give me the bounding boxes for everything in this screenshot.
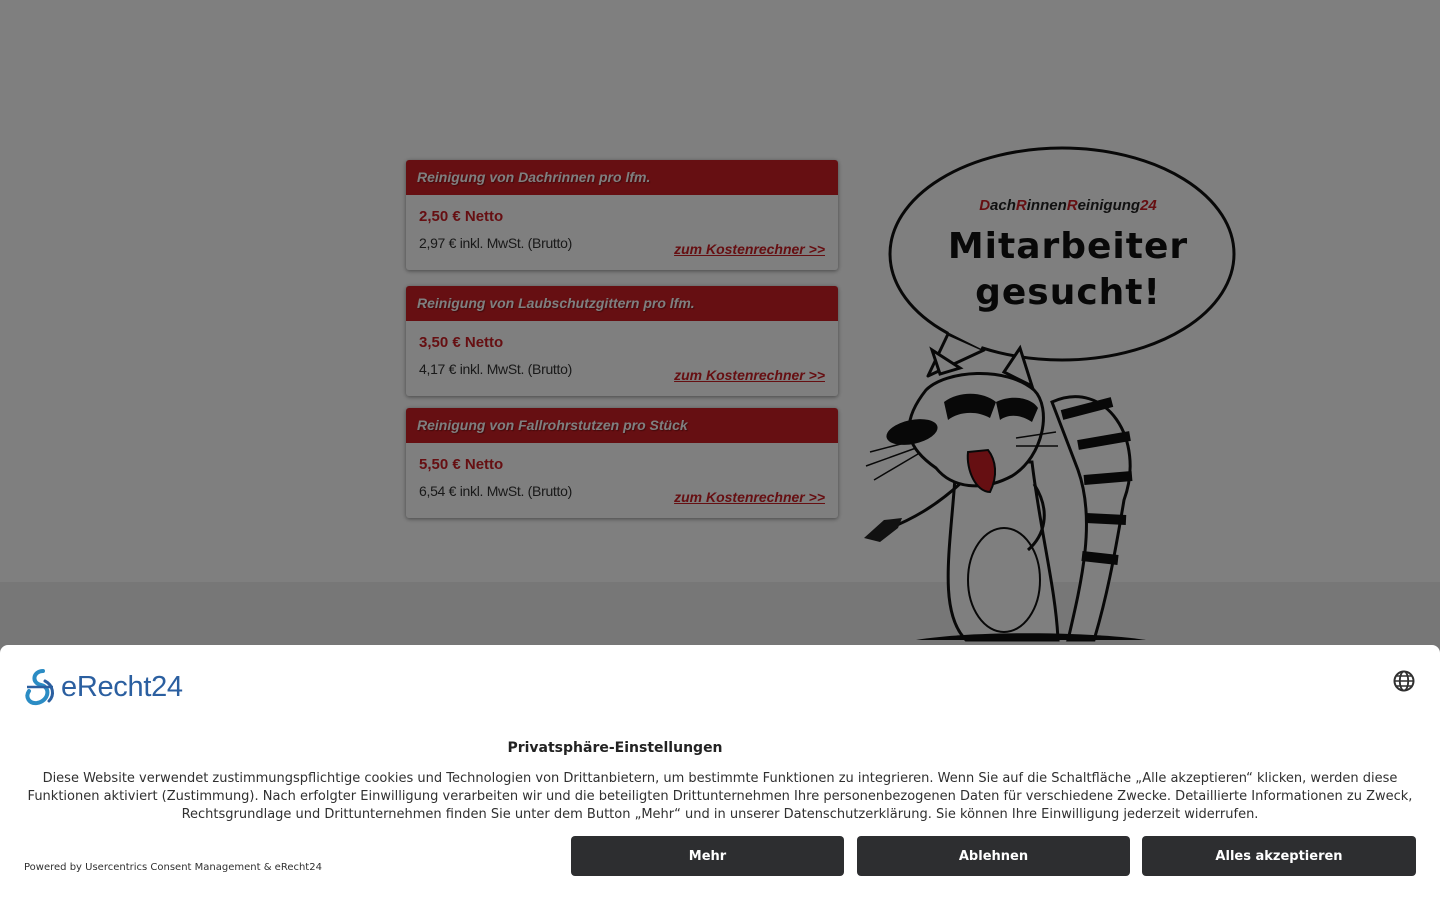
powered-by-text: Powered by Usercentrics Consent Manageme… bbox=[24, 862, 322, 873]
decline-button[interactable]: Ablehnen bbox=[857, 836, 1130, 876]
more-button[interactable]: Mehr bbox=[571, 836, 844, 876]
consent-title: Privatsphäre-Einstellungen bbox=[507, 740, 723, 756]
consent-description: Diese Website verwendet zustimmungspflic… bbox=[27, 771, 1413, 822]
logo-text: eRecht24 bbox=[61, 670, 183, 703]
globe-icon[interactable] bbox=[1392, 669, 1416, 693]
erecht24-logo-icon bbox=[25, 669, 54, 706]
accept-all-button[interactable]: Alles akzeptieren bbox=[1142, 836, 1416, 876]
erecht24-logo: eRecht24 bbox=[23, 667, 183, 707]
